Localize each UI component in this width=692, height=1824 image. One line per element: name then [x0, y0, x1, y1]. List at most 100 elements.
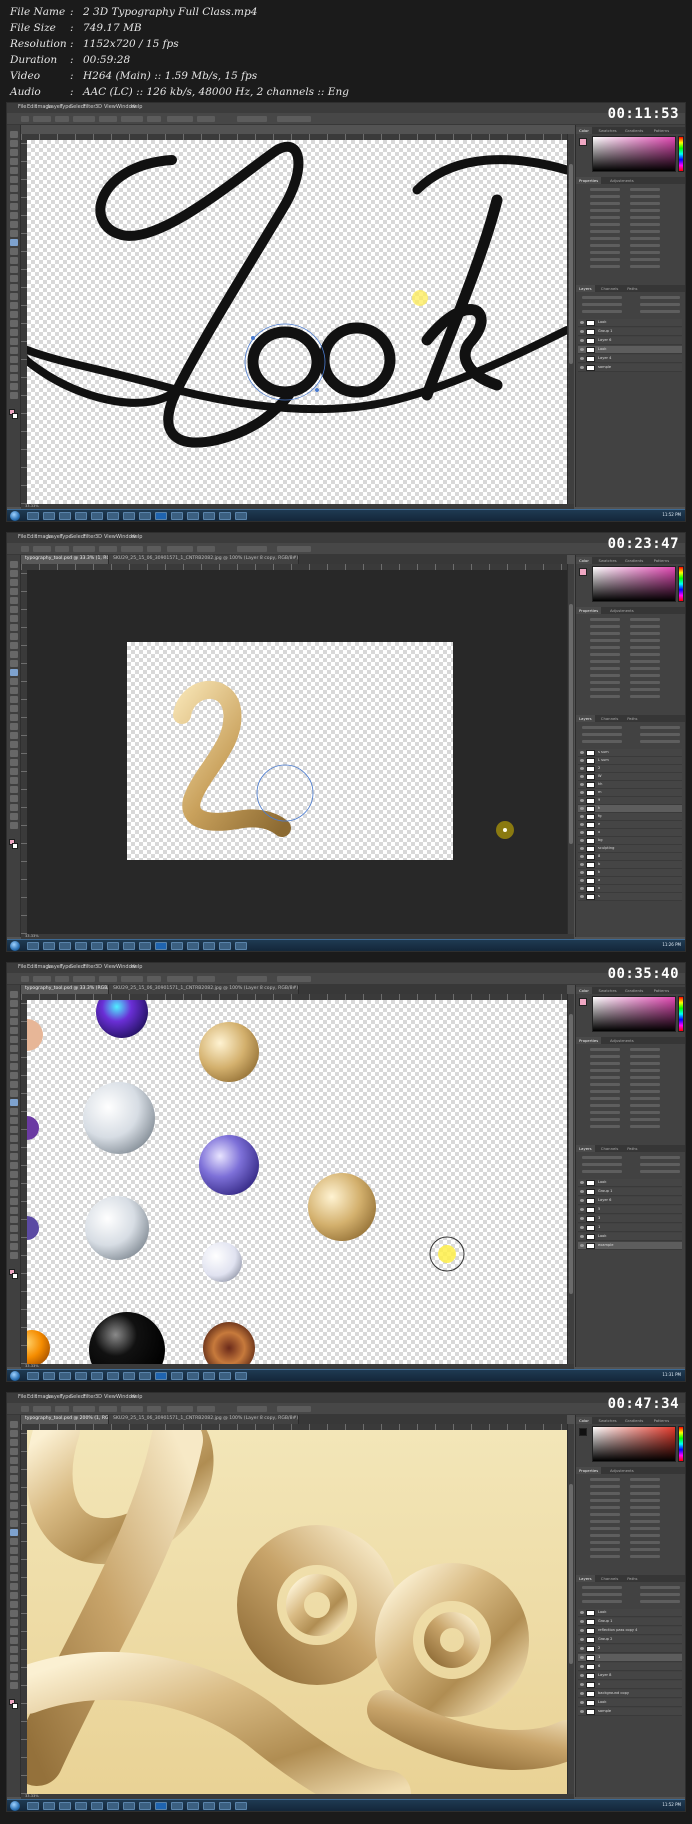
menu-3d[interactable]: 3D — [95, 964, 102, 970]
layer-opacity-control[interactable] — [640, 310, 680, 313]
visibility-eye-icon[interactable] — [580, 339, 584, 342]
tool-icon[interactable] — [10, 1628, 18, 1635]
layer-row[interactable]: Layer 4 — [578, 355, 682, 363]
visibility-eye-icon[interactable] — [580, 1611, 584, 1614]
layer-row[interactable]: k — [578, 805, 682, 813]
property-field[interactable] — [630, 1090, 660, 1093]
property-field[interactable] — [590, 639, 620, 642]
taskbar-app-icon[interactable] — [107, 942, 119, 950]
property-field[interactable] — [630, 1076, 660, 1079]
visibility-eye-icon[interactable] — [580, 1683, 584, 1686]
panel-tab[interactable]: Channels — [598, 1575, 622, 1582]
option-control[interactable] — [121, 1406, 143, 1412]
option-control[interactable] — [121, 976, 143, 982]
tool-icon[interactable] — [10, 1457, 18, 1464]
taskbar-app-icon[interactable] — [27, 1372, 39, 1380]
tool-icon[interactable] — [10, 1547, 18, 1554]
option-control[interactable] — [197, 116, 215, 122]
taskbar-app-icon[interactable] — [75, 942, 87, 950]
layer-filter-control[interactable] — [582, 733, 622, 736]
taskbar-app-icon[interactable] — [75, 1802, 87, 1810]
tool-icon[interactable] — [10, 266, 18, 273]
layer-filter-control[interactable] — [582, 1163, 622, 1166]
menu-help[interactable]: Help — [131, 534, 142, 540]
layer-row[interactable]: Layer 6 — [578, 1197, 682, 1205]
document-tab[interactable]: typography_tool.psd @ 33.3% (1, RGB/8) * — [21, 555, 109, 564]
tool-icon[interactable] — [10, 1153, 18, 1160]
option-control[interactable] — [277, 116, 311, 122]
property-field[interactable] — [590, 1090, 620, 1093]
tool-icon[interactable] — [10, 1009, 18, 1016]
layer-row[interactable]: Group 1 — [578, 328, 682, 336]
tool-icon[interactable] — [10, 203, 18, 210]
layer-row[interactable]: L sum — [578, 757, 682, 765]
visibility-eye-icon[interactable] — [580, 855, 584, 858]
property-field[interactable] — [590, 1048, 620, 1051]
property-field[interactable] — [630, 1541, 660, 1544]
tool-icon[interactable] — [10, 1502, 18, 1509]
layer-row[interactable]: Look — [578, 1179, 682, 1187]
layer-filter-control[interactable] — [582, 303, 622, 306]
tool-icon[interactable] — [10, 1619, 18, 1626]
tool-icon[interactable] — [10, 579, 18, 586]
document-canvas[interactable] — [27, 140, 567, 504]
panel-tab[interactable]: Properties — [576, 1037, 602, 1044]
property-field[interactable] — [590, 265, 620, 268]
visibility-eye-icon[interactable] — [580, 1647, 584, 1650]
taskbar-app-icon[interactable] — [91, 1802, 103, 1810]
layer-row[interactable]: Look — [578, 1609, 682, 1617]
tool-icon[interactable] — [10, 1448, 18, 1455]
panel-tab[interactable]: Adjustments — [607, 177, 637, 184]
tool-icon[interactable] — [10, 1036, 18, 1043]
tool-icon[interactable] — [10, 1207, 18, 1214]
background-color-swatch[interactable] — [12, 843, 18, 849]
taskbar-app-icon[interactable] — [123, 512, 135, 520]
document-canvas[interactable] — [27, 1430, 567, 1794]
taskbar-app-icon[interactable] — [75, 1372, 87, 1380]
tool-icon[interactable] — [10, 723, 18, 730]
property-field[interactable] — [630, 1513, 660, 1516]
property-field[interactable] — [590, 258, 620, 261]
layer-row[interactable]: 3 — [578, 1215, 682, 1223]
tool-icon[interactable] — [10, 1045, 18, 1052]
layer-row[interactable]: s sum — [578, 749, 682, 757]
layer-opacity-control[interactable] — [640, 1586, 680, 1589]
layer-row[interactable]: k — [578, 869, 682, 877]
visibility-eye-icon[interactable] — [580, 1190, 584, 1193]
property-field[interactable] — [590, 674, 620, 677]
property-field[interactable] — [590, 1104, 620, 1107]
vertical-scrollbar[interactable] — [567, 994, 574, 1364]
tool-icon[interactable] — [10, 813, 18, 820]
background-color-swatch[interactable] — [12, 1703, 18, 1709]
tool-icon[interactable] — [10, 185, 18, 192]
property-field[interactable] — [590, 1485, 620, 1488]
taskbar-app-icon[interactable] — [123, 942, 135, 950]
tool-icon[interactable] — [10, 633, 18, 640]
tool-icon[interactable] — [10, 1475, 18, 1482]
option-control[interactable] — [55, 116, 69, 122]
layer-row[interactable]: 9 — [578, 797, 682, 805]
tool-icon[interactable] — [10, 1081, 18, 1088]
layer-row[interactable]: x — [578, 829, 682, 837]
tool-icon[interactable] — [10, 732, 18, 739]
taskbar-app-icon[interactable] — [235, 1802, 247, 1810]
panel-tab[interactable]: Swatches — [596, 1417, 620, 1424]
property-field[interactable] — [590, 653, 620, 656]
layer-row[interactable]: Group 1 — [578, 1618, 682, 1626]
color-picker-field[interactable] — [592, 566, 676, 602]
property-field[interactable] — [630, 1478, 660, 1481]
menu-filter[interactable]: Filter — [83, 964, 95, 970]
panel-tab[interactable]: Paths — [624, 1145, 640, 1152]
path-anchor-point[interactable] — [251, 336, 255, 340]
tool-icon[interactable] — [10, 804, 18, 811]
tool-icon[interactable] — [10, 1243, 18, 1250]
visibility-eye-icon[interactable] — [580, 767, 584, 770]
option-control[interactable] — [55, 546, 69, 552]
property-field[interactable] — [630, 1118, 660, 1121]
taskbar-app-icon[interactable] — [155, 1372, 167, 1380]
visibility-eye-icon[interactable] — [580, 1244, 584, 1247]
tool-icon[interactable] — [10, 302, 18, 309]
property-field[interactable] — [590, 695, 620, 698]
tool-icon[interactable] — [10, 1180, 18, 1187]
tool-icon[interactable] — [10, 991, 18, 998]
